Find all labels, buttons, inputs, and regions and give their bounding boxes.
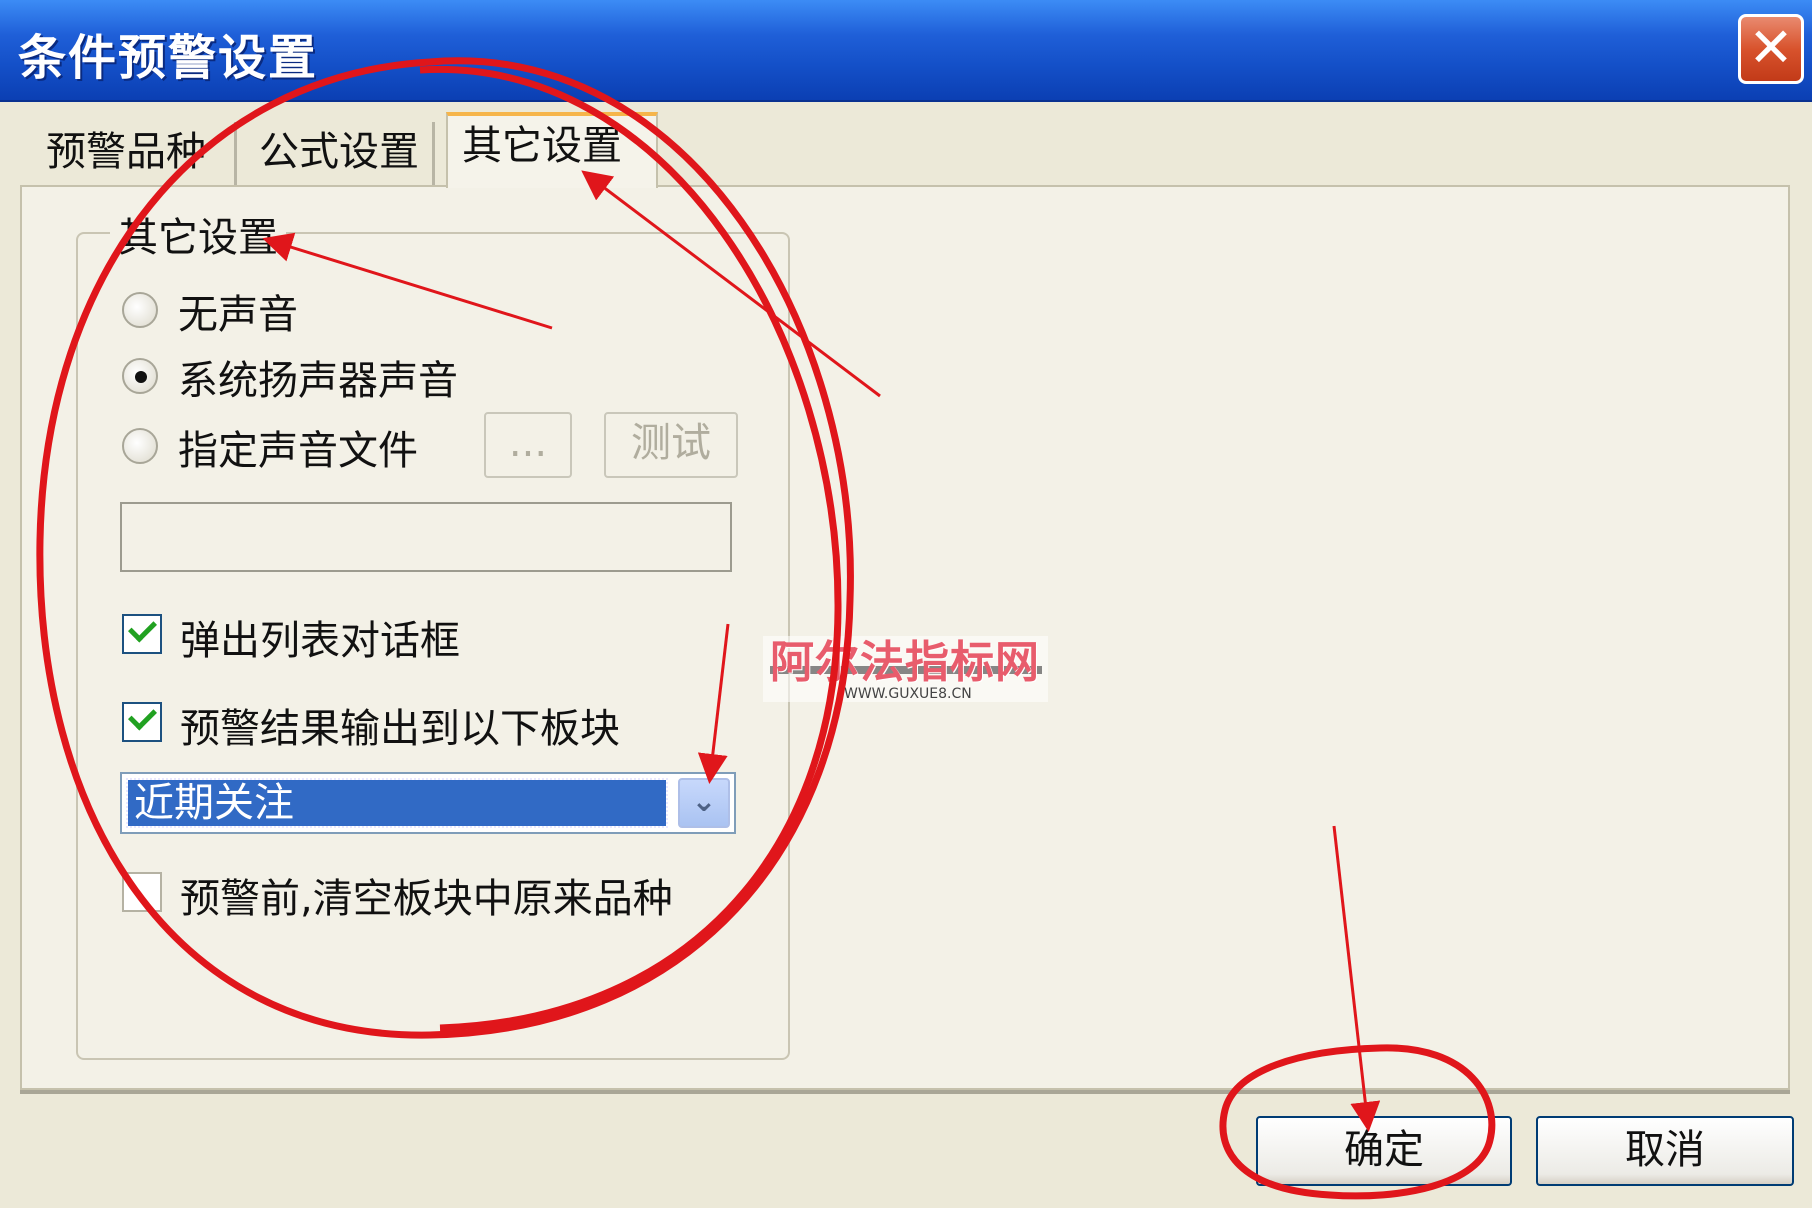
- arrow-to-group-title: [262, 232, 553, 330]
- dialog-window: 条件预警设置 ✕ 预警品种 公式设置 其它设置 其它设置 无声音 系统扬声器声音…: [0, 0, 1812, 1208]
- annotation-ellipse-group: [36, 57, 854, 1039]
- annotation-arrows: [262, 170, 1381, 1132]
- arrow-to-combo: [697, 623, 730, 784]
- arrow-to-ok-button: [1332, 825, 1381, 1132]
- annotation-ok-circle: [1219, 1044, 1496, 1200]
- annotation-overlay: [36, 57, 1496, 1200]
